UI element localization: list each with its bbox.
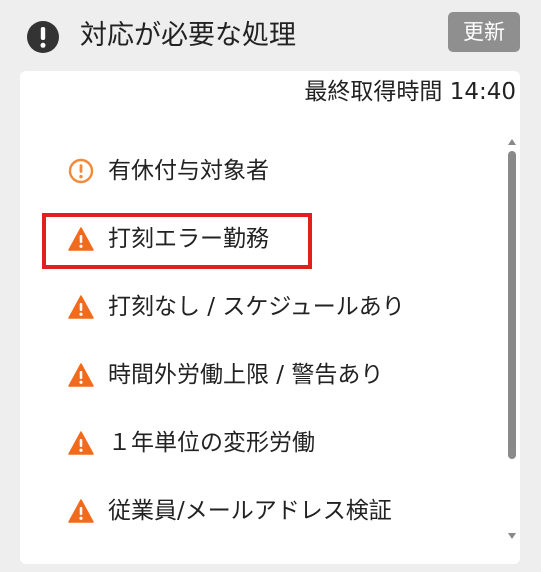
last-fetched-time: 最終取得時間 14:40 [304,79,516,105]
list-item[interactable]: 打刻なし / スケジュールあり [68,285,405,329]
list-item[interactable]: 従業員/メールアドレス検証 [68,489,392,533]
list-item-label: 時間外労働上限 / 警告あり [108,362,384,388]
list-item-label: 有休付与対象者 [108,158,269,184]
action-items-list: 有休付与対象者 打刻エラー勤務 打刻なし / スケジュールあり 時間外労働上限 … [20,137,502,557]
header: 対応が必要な処理 更新 [0,0,541,70]
alert-circle-icon [27,21,59,53]
list-item-label: 従業員/メールアドレス検証 [108,498,392,524]
scroll-down-arrow-icon[interactable] [508,533,516,539]
list-item[interactable]: 時間外労働上限 / 警告あり [68,353,383,397]
action-items-panel: 最終取得時間 14:40 有休付与対象者 打刻エラー勤務 打刻なし / スケジュ… [20,71,520,564]
list-item[interactable]: １年単位の変形労働 [68,421,315,465]
list-item-label: １年単位の変形労働 [108,430,315,456]
scroll-up-arrow-icon[interactable] [508,139,516,145]
warning-triangle-icon [68,431,94,455]
list-item-label: 打刻なし / スケジュールあり [108,294,405,320]
page-title: 対応が必要な処理 [80,20,296,51]
refresh-button[interactable]: 更新 [448,12,520,52]
warning-triangle-icon [68,363,94,387]
list-item[interactable]: 有休付与対象者 [68,149,269,193]
scrollbar[interactable] [506,137,518,539]
warning-triangle-icon [68,295,94,319]
info-circle-icon [68,158,94,184]
warning-triangle-icon [68,499,94,523]
scroll-thumb[interactable] [508,151,516,459]
highlight-box [42,213,312,269]
